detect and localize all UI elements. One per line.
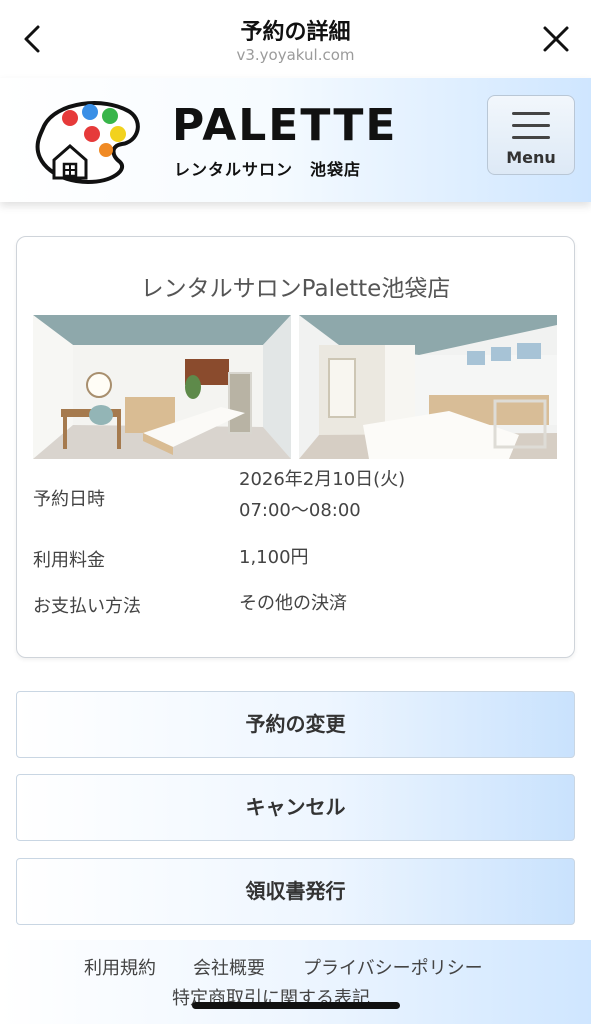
palette-logo-icon[interactable] [34, 98, 142, 185]
home-indicator[interactable] [192, 1002, 400, 1009]
footer: 利用規約 会社概要 プライバシーポリシー 特定商取引に関する表記 [0, 940, 591, 1024]
reservation-card: レンタルサロンPalette池袋店 予約日時 2026年2月10日(火) 07:… [16, 236, 575, 658]
site-header: PALETTE レンタルサロン 池袋店 Menu [0, 78, 591, 202]
issue-receipt-button[interactable]: 領収書発行 [16, 858, 575, 925]
footer-link-company[interactable]: 会社概要 [193, 954, 265, 980]
room-photo [33, 315, 291, 459]
page-title: 予約の詳細 [240, 20, 351, 45]
change-reservation-button[interactable]: 予約の変更 [16, 691, 575, 758]
brand-subtitle: レンタルサロン 池袋店 [174, 160, 362, 179]
menu-label: Menu [506, 148, 556, 167]
brand-name: PALETTE [172, 100, 398, 151]
salon-name: レンタルサロンPalette池袋店 [140, 276, 451, 302]
date-value: 2026年2月10日(火) [239, 469, 406, 490]
footer-link-privacy[interactable]: プライバシーポリシー [303, 954, 483, 980]
fee-value: 1,100円 [239, 547, 309, 568]
page-url: v3.yoyakul.com [236, 46, 355, 64]
hamburger-icon [512, 112, 550, 140]
fee-label: 利用料金 [33, 550, 105, 571]
date-label: 予約日時 [33, 489, 105, 510]
time-value: 07:00〜08:00 [239, 500, 361, 521]
payment-value: その他の決済 [239, 593, 347, 614]
payment-label: お支払い方法 [33, 596, 141, 617]
footer-link-terms[interactable]: 利用規約 [84, 954, 156, 980]
cancel-button[interactable]: キャンセル [16, 774, 575, 841]
room-photo [299, 315, 557, 459]
close-icon[interactable] [539, 22, 573, 56]
navigation-bar: 予約の詳細 v3.yoyakul.com [0, 0, 591, 78]
menu-button[interactable]: Menu [487, 95, 575, 175]
